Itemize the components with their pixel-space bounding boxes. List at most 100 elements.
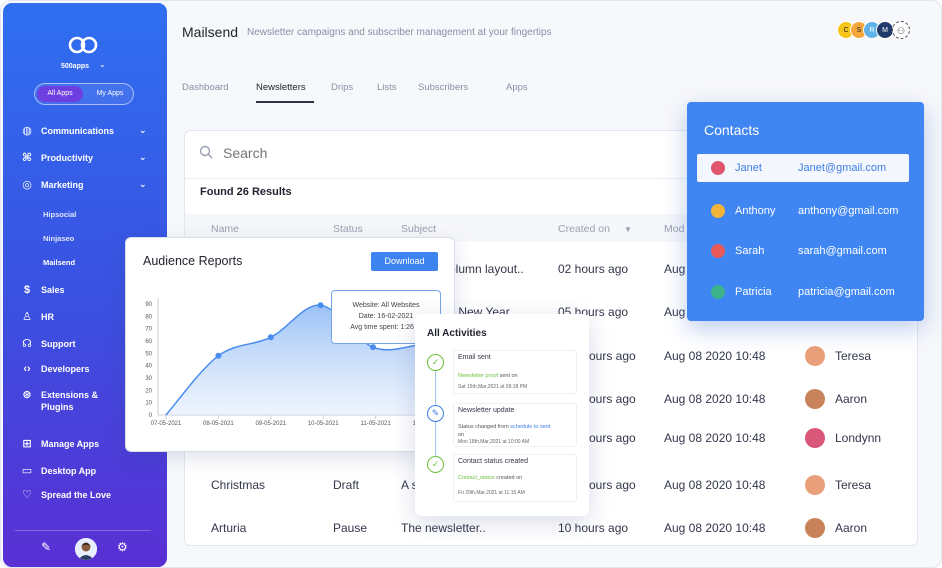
row-created: ours ago [589, 478, 636, 492]
card-title: Contacts [704, 122, 760, 138]
avatar [805, 518, 825, 538]
contact-name: Janet [735, 162, 762, 174]
pencil-icon: ✎ [427, 405, 444, 422]
sidebar-item-label-line2: Plugins [41, 402, 74, 412]
avatar [711, 244, 725, 258]
contact-row[interactable]: Anthony anthony@gmail.com [697, 197, 909, 225]
activity-item[interactable]: Newsletter update Status changed from sc… [453, 403, 577, 447]
brand-name[interactable]: 500apps [61, 63, 89, 70]
tab-lists[interactable]: Lists [377, 82, 397, 93]
activity-item[interactable]: Contact status created Contact_status cr… [453, 454, 577, 502]
activity-link[interactable]: Newsletter proof [458, 373, 498, 379]
avatar [711, 285, 725, 299]
sidebar-item-label: Desktop App [41, 466, 97, 476]
row-name: Christmas [211, 478, 266, 492]
row-modified: Aug 08 2020 10:48 [664, 349, 766, 363]
row-status: Pause [333, 521, 368, 535]
sidebar-item-label: Marketing [41, 180, 84, 190]
chevron-down-icon[interactable]: ⌄ [99, 60, 106, 69]
sidebar-item-communications[interactable]: ◍ Communications ⌄ [3, 120, 167, 142]
contact-row[interactable]: Patricia patricia@gmail.com [697, 278, 909, 306]
tab-dashboard[interactable]: Dashboard [182, 82, 228, 93]
activity-time: Fri 20th,Mar,2021 at 11:15 AM [458, 490, 525, 496]
sidebar-item-label: Sales [41, 285, 65, 295]
y-tick-label: 70 [145, 327, 152, 333]
column-header-name[interactable]: Name [211, 223, 239, 235]
sidebar-item-productivity[interactable]: ⌘ Productivity ⌄ [3, 147, 167, 169]
avatar [711, 204, 725, 218]
sidebar-item-spread-the-love[interactable]: ♡ Spread the Love [3, 484, 167, 506]
heart-icon: ♡ [22, 489, 32, 501]
column-header-status[interactable]: Status [333, 223, 363, 235]
avatar [805, 346, 825, 366]
data-point [267, 334, 274, 341]
add-user-icon[interactable]: ⚇ [892, 21, 910, 39]
my-apps-button[interactable]: My Apps [87, 86, 133, 102]
row-created: ours ago [589, 392, 636, 406]
y-tick-label: 60 [145, 339, 152, 345]
activity-link[interactable]: schedule to sent [510, 424, 550, 430]
activity-item[interactable]: Email sent Newsletter proof sent on Sat … [453, 350, 577, 394]
sidebar-item-hipsocial[interactable]: Hipsocial [43, 210, 76, 219]
avatar [711, 161, 725, 175]
sidebar-item-label: Support [41, 339, 76, 349]
contact-email: sarah@gmail.com [798, 245, 887, 257]
activity-detail: Status changed from schedule to sent [458, 424, 550, 430]
row-owner: Londynn [835, 431, 882, 445]
row-subject: The newsletter.. [401, 521, 486, 535]
x-tick-label: 08-05-2021 [203, 421, 234, 427]
y-tick-label: 50 [145, 351, 152, 357]
all-apps-button[interactable]: All Apps [37, 86, 83, 102]
row-owner: Teresa [835, 478, 872, 492]
grid-icon: ⊞ [22, 438, 32, 450]
contact-row[interactable]: Sarah sarah@gmail.com [697, 237, 909, 265]
apps-toggle: All Apps My Apps [34, 83, 134, 105]
row-subject: olumn layout.. [449, 262, 524, 276]
data-point [215, 352, 222, 359]
activity-title: Contact status created [458, 458, 529, 465]
tab-apps[interactable]: Apps [506, 82, 528, 93]
contact-email: patricia@gmail.com [798, 286, 895, 298]
activity-detail-text: Status changed from [458, 424, 511, 430]
audience-reports-card: Audience Reports Download 0 10 20 30 40 50 60 7… [125, 237, 456, 452]
tooltip-website: Website: All Websites [352, 302, 420, 309]
sort-desc-icon[interactable]: ▼ [624, 225, 632, 234]
activity-title: Newsletter update [458, 407, 515, 414]
sidebar-item-label: Manage Apps [41, 439, 100, 449]
activity-time: Sat 15th,Mar,2021 at 09:18 PM [458, 384, 528, 390]
tab-newsletters[interactable]: Newsletters [256, 82, 306, 93]
contact-name: Sarah [735, 245, 765, 257]
row-modified: Aug 08 2020 10:48 [664, 478, 766, 492]
data-point [317, 302, 324, 309]
column-header-created[interactable]: Created on [558, 223, 610, 235]
contact-email: Janet@gmail.com [798, 162, 887, 174]
sidebar-item-marketing[interactable]: ◎ Marketing ⌄ [3, 174, 167, 196]
sidebar-item-desktop-app[interactable]: ▭ Desktop App [3, 460, 167, 482]
rocket-icon[interactable]: ✎ [41, 540, 51, 554]
row-status: Draft [333, 478, 360, 492]
gear-icon[interactable]: ⚙ [117, 540, 128, 554]
contact-name: Patricia [735, 286, 772, 298]
500apps-logo[interactable] [67, 33, 99, 57]
row-created: ours ago [589, 349, 636, 363]
sidebar-item-mailsend[interactable]: Mailsend [43, 258, 75, 267]
search-input[interactable] [223, 143, 683, 163]
row-modified: Aug 08 2020 10:48 [664, 431, 766, 445]
avatar[interactable] [75, 538, 97, 560]
y-tick-label: 10 [145, 401, 152, 407]
dollar-icon: $ [23, 284, 31, 296]
y-tick-label: 30 [145, 376, 152, 382]
contact-row[interactable]: Janet Janet@gmail.com [697, 154, 909, 182]
tab-drips[interactable]: Drips [331, 82, 353, 93]
y-tick-label: 20 [145, 388, 152, 394]
column-header-modified[interactable]: Mod [664, 223, 684, 235]
sidebar-item-label: Extensions & [41, 390, 99, 400]
sidebar-item-ninjaseo[interactable]: Ninjaseo [43, 234, 74, 243]
tab-subscribers[interactable]: Subscribers [418, 82, 468, 93]
y-tick-label: 90 [145, 302, 152, 308]
sidebar-item-label: Productivity [41, 153, 94, 163]
column-header-subject[interactable]: Subject [401, 223, 436, 235]
row-modified: Aug [664, 262, 686, 276]
results-count: Found 26 Results [200, 186, 292, 198]
activity-link[interactable]: Contact_status [458, 475, 495, 481]
